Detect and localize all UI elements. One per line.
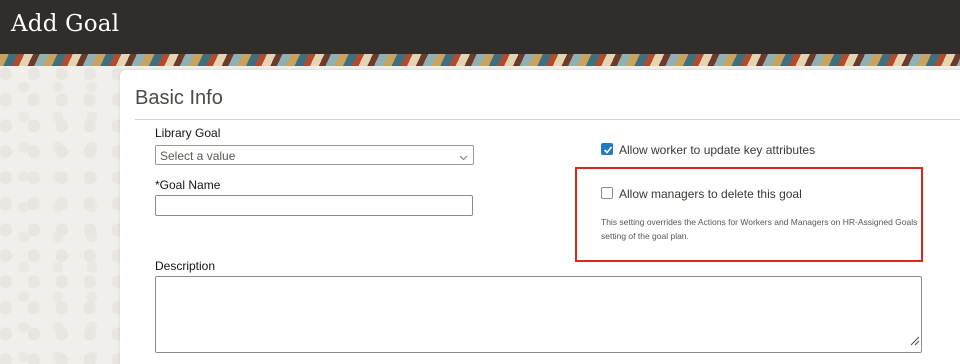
library-goal-label: Library Goal [155,126,221,140]
background-texture [0,66,122,364]
goal-name-label: *Goal Name [155,178,220,192]
resize-handle-icon[interactable] [908,333,920,351]
description-textarea[interactable] [155,276,922,353]
library-goal-select-value: Select a value [160,149,236,163]
page-title: Add Goal [11,11,120,37]
goal-name-input[interactable] [155,195,473,216]
page-header: Add Goal [0,0,960,54]
allow-managers-delete-checkbox[interactable] [601,187,613,199]
goal-name-label-text: Goal Name [159,178,221,192]
section-divider [135,119,960,120]
basic-info-card: Basic Info Library Goal Select a value *… [120,70,960,364]
allow-managers-delete-label: Allow managers to delete this goal [619,187,802,201]
library-goal-select[interactable]: Select a value [155,145,474,165]
checkmark-icon [603,146,613,154]
decorative-banner [0,54,960,66]
chevron-down-icon [459,149,468,161]
description-label: Description [155,259,216,273]
allow-worker-update-label: Allow worker to update key attributes [619,143,816,157]
section-title: Basic Info [135,87,223,109]
managers-delete-hint: This setting overrides the Actions for W… [601,217,918,241]
allow-worker-update-checkbox[interactable] [601,143,613,155]
